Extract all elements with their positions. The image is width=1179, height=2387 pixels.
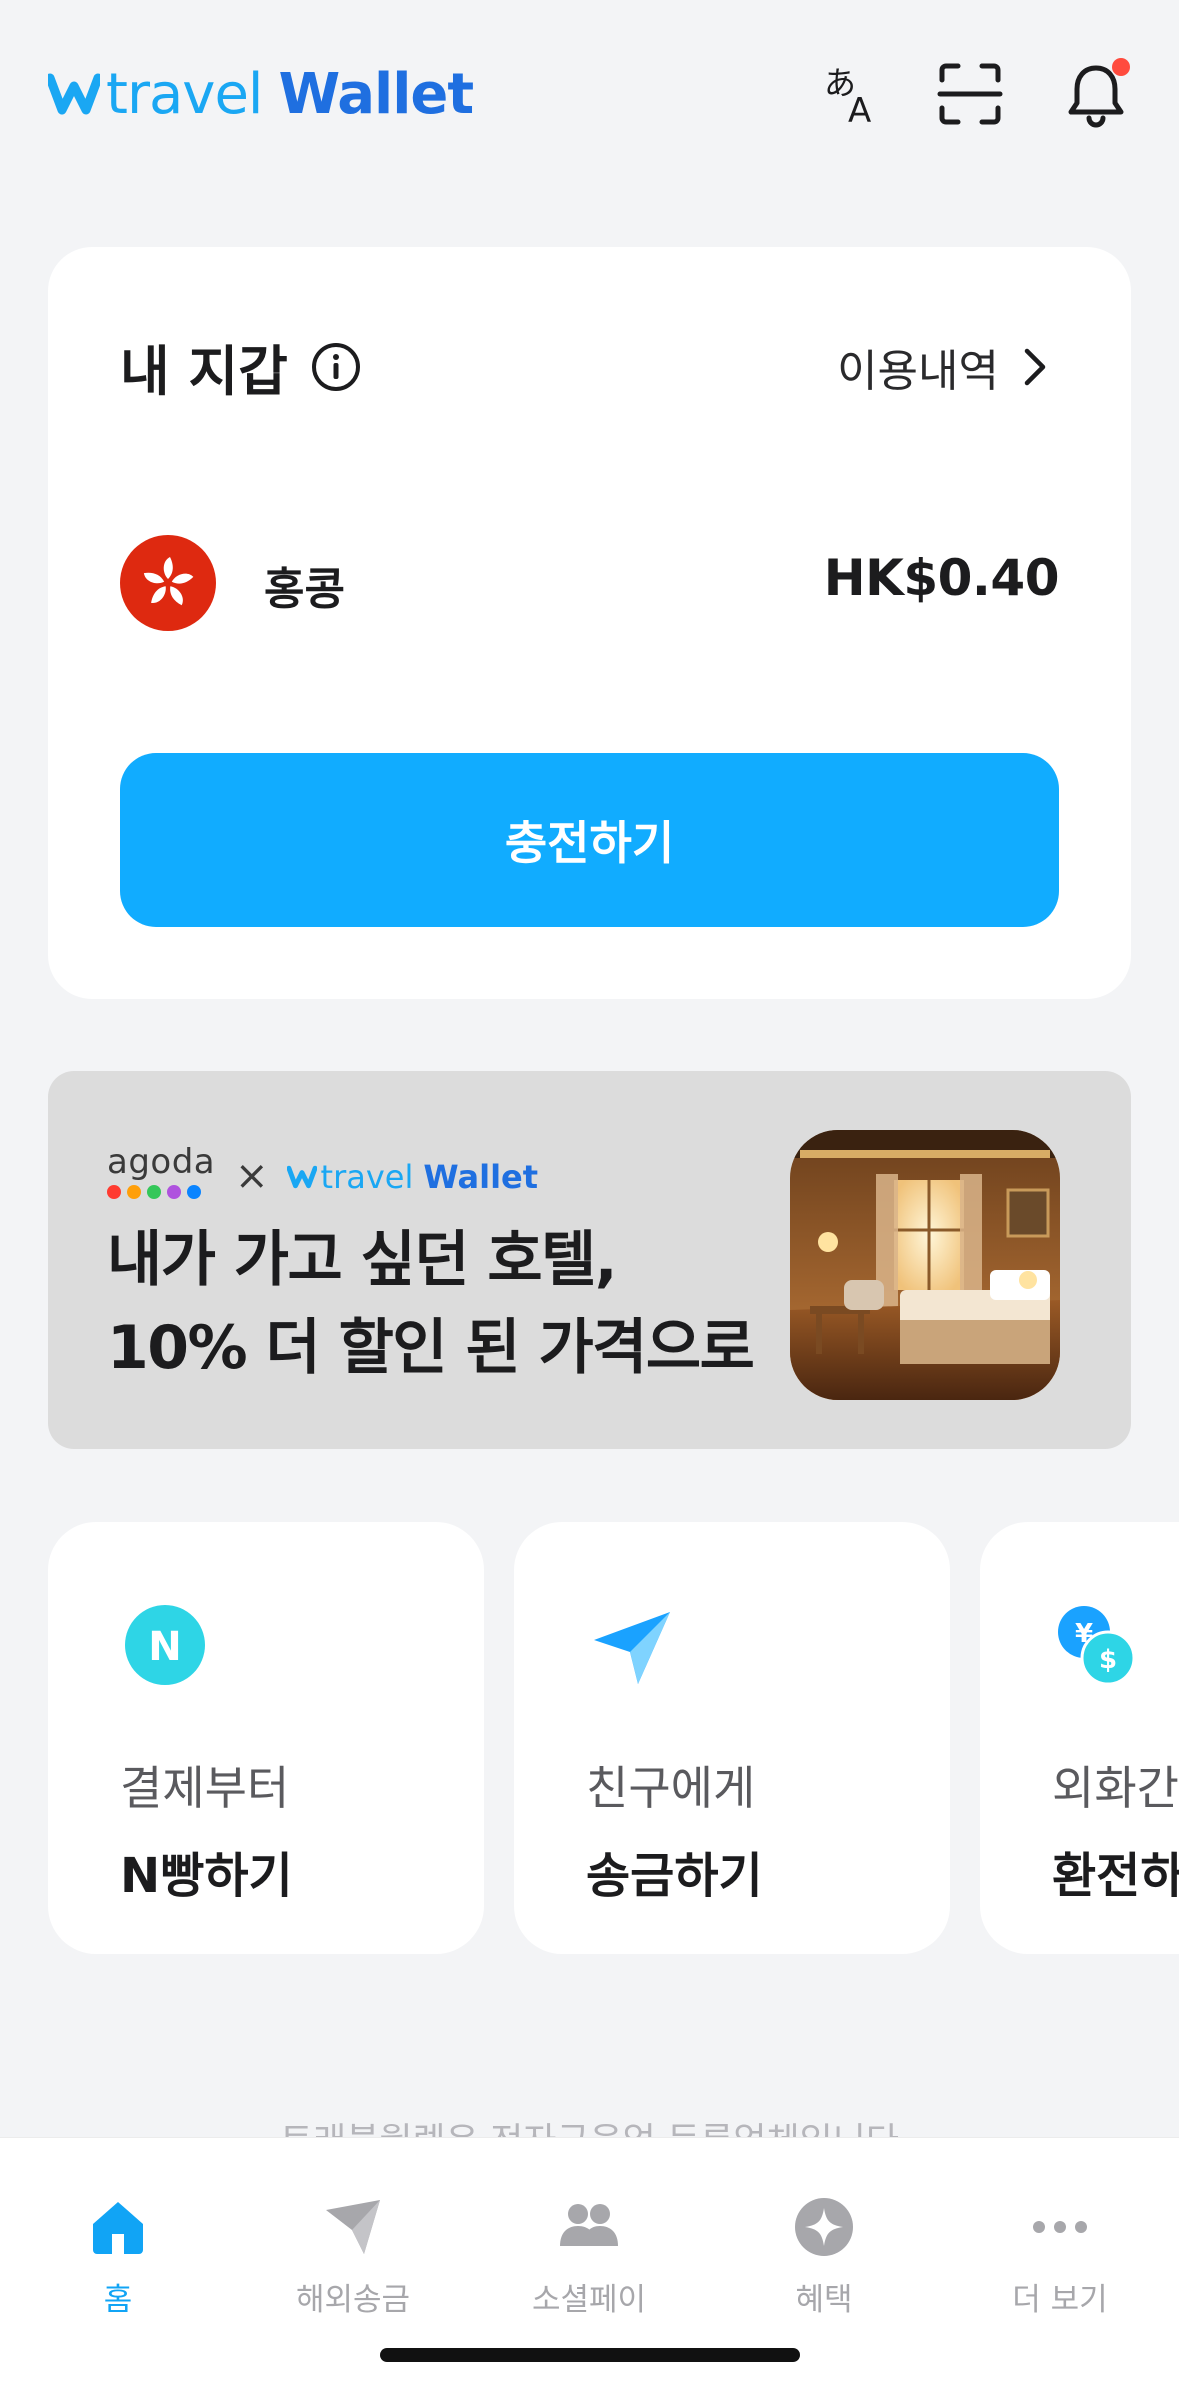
wallet-title: 내 지갑	[120, 340, 288, 403]
tab-more[interactable]: 더 보기	[960, 2194, 1160, 2319]
tab-benefits[interactable]: 혜택	[724, 2194, 924, 2319]
brand-travel-text: travel	[320, 1158, 414, 1196]
travel-wallet-small-logo: travel Wallet	[286, 1158, 539, 1196]
brand-wallet-text: Wallet	[423, 1158, 539, 1196]
footer-notice: 트래블월렛은 전자금융업 등록업체입니다	[0, 2112, 1179, 2138]
feature-sub-text: 결제부터	[120, 1761, 290, 1815]
tab-home[interactable]: 홈	[18, 2194, 218, 2319]
translate-button[interactable]: あ A	[816, 58, 888, 130]
svg-text:N: N	[148, 1624, 181, 1670]
hong-kong-flag-icon	[120, 535, 216, 631]
tab-overseas-remit[interactable]: 해외송금	[253, 2194, 453, 2319]
agoda-logo-dots	[107, 1185, 217, 1199]
feature-card-send-friend[interactable]: 친구에게 송금하기	[514, 1522, 950, 1954]
tab-social-pay[interactable]: 소셜페이	[489, 2194, 689, 2319]
banner-headline-1: 내가 가고 싶던 호텔,	[107, 1225, 618, 1295]
logo-w-icon	[48, 73, 100, 115]
tab-label: 더 보기	[1012, 2282, 1108, 2318]
currency-name: 홍콩	[264, 564, 345, 615]
agoda-logo: agoda	[107, 1145, 217, 1201]
notifications-button[interactable]	[1060, 58, 1132, 130]
scan-icon	[937, 63, 1003, 125]
tab-label: 소셜페이	[531, 2282, 647, 2318]
svg-text:$: $	[1099, 1645, 1117, 1675]
people-icon	[560, 2204, 618, 2246]
logo-w-icon	[286, 1165, 317, 1189]
tab-label: 홈	[103, 2282, 133, 2318]
info-icon[interactable]	[310, 341, 362, 393]
paper-plane-icon	[594, 1612, 670, 1684]
wallet-title-row: 내 지갑	[120, 327, 362, 406]
feature-sub-text: 친구에게	[586, 1761, 756, 1815]
scan-button[interactable]	[934, 58, 1006, 130]
hotel-room-image	[790, 1130, 1060, 1400]
feature-card-split-pay[interactable]: N 결제부터 N빵하기	[48, 1522, 484, 1954]
feature-sub-text: 외화간	[1052, 1761, 1179, 1815]
banner-brand-row: agoda × travel Wallet	[107, 1145, 538, 1201]
feature-cards-row: N 결제부터 N빵하기 친구에게 송금하기 ¥ $ 외화간 환전하	[48, 1522, 1179, 1954]
more-icon	[1033, 2221, 1087, 2233]
currency-balance: HK$0.40	[823, 549, 1060, 607]
feature-main-text: 송금하기	[586, 1848, 763, 1904]
send-icon	[326, 2200, 380, 2254]
app-header: travel Wallet あ A	[0, 0, 1179, 190]
logo-wallet-text: Wallet	[278, 61, 474, 127]
tab-label: 해외송금	[295, 2282, 411, 2318]
currency-row-hkd[interactable]: 홍콩 HK$0.40	[120, 535, 1060, 631]
currency-exchange-icon: ¥ $	[1058, 1606, 1136, 1686]
notification-dot	[1112, 58, 1130, 76]
feature-card-exchange[interactable]: ¥ $ 외화간 환전하	[980, 1522, 1179, 1954]
charge-button[interactable]: 충전하기	[120, 753, 1059, 927]
translate-icon: あ A	[824, 64, 871, 128]
agoda-promo-banner[interactable]: agoda × travel Wallet 내가 가고 싶던 호텔, 10% 더…	[48, 1071, 1131, 1449]
feature-main-text: N빵하기	[120, 1848, 293, 1904]
agoda-logo-text: agoda	[107, 1142, 216, 1182]
history-label: 이용내역	[837, 346, 999, 397]
tab-label: 혜택	[795, 2282, 853, 2318]
banner-headline-2: 10% 더 할인 된 가격으로	[107, 1313, 755, 1383]
benefit-icon	[795, 2198, 853, 2256]
n-badge-icon: N	[125, 1605, 205, 1685]
logo-travel-text: travel	[106, 61, 263, 127]
chevron-right-icon	[1024, 348, 1046, 386]
svg-text:A: A	[848, 91, 871, 128]
travel-wallet-logo: travel Wallet	[48, 61, 474, 127]
times-icon: ×	[235, 1153, 269, 1199]
home-indicator	[380, 2348, 800, 2362]
wallet-card: 내 지갑 이용내역 홍콩 HK$0.40 충전하기	[48, 247, 1131, 999]
feature-main-text: 환전하	[1052, 1848, 1179, 1904]
home-icon	[93, 2202, 143, 2254]
history-link[interactable]: 이용내역	[837, 335, 1053, 399]
